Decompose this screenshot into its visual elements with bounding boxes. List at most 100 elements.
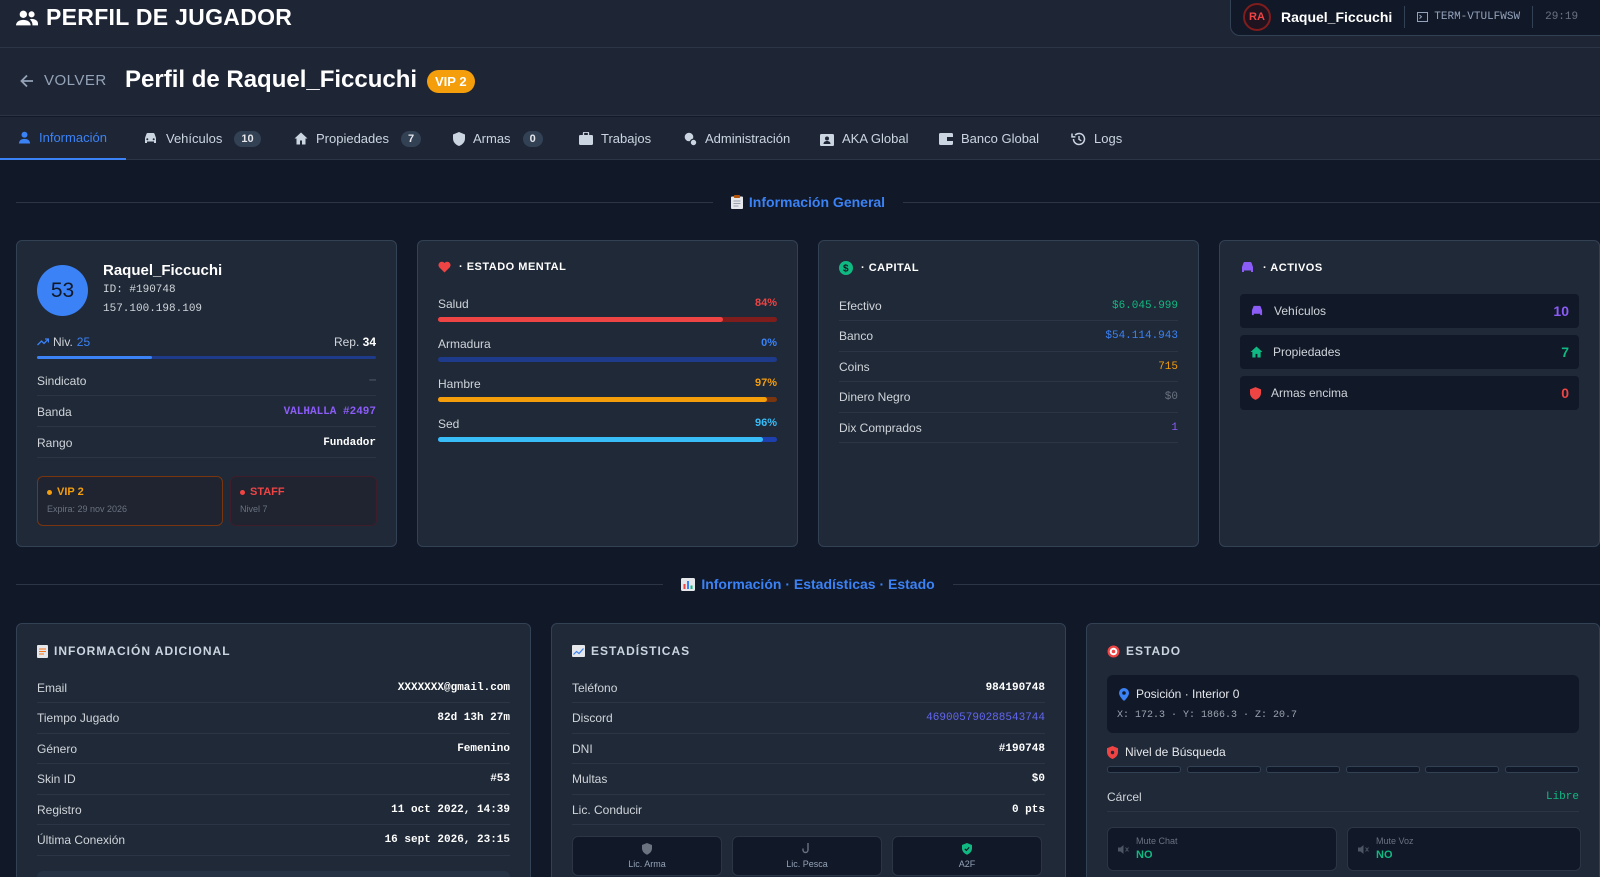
- card-title: · CAPITAL: [861, 262, 920, 274]
- user-pill[interactable]: RA Raquel_Ficcuchi TERM-VTULFWSW 29:19: [1230, 0, 1600, 36]
- tab-aka-global[interactable]: AKA Global: [820, 117, 909, 160]
- asset-item[interactable]: Armas encima 0: [1240, 376, 1579, 410]
- card-header: ESTADÍSTICAS: [572, 644, 690, 658]
- status-card: ESTADO Posición · Interior 0 X: 172.3 · …: [1086, 623, 1600, 877]
- row-label: Skin ID: [37, 772, 76, 786]
- vip-title: VIP 2: [57, 486, 84, 498]
- card-header: $ · CAPITAL: [839, 261, 919, 275]
- vip-badge: VIP 2: [427, 70, 475, 93]
- row-label: Email: [37, 680, 68, 695]
- terminal-id: TERM-VTULFWSW: [1417, 11, 1520, 23]
- mute-voice-label: Mute Voz: [1376, 836, 1414, 846]
- level-avatar: 53: [37, 265, 88, 316]
- tab-vehiculos[interactable]: Vehículos 10: [143, 117, 261, 160]
- license-box: Lic. Pesca: [732, 836, 882, 876]
- wanted-label: Nivel de Búsqueda: [1125, 745, 1226, 759]
- session-clock: 29:19: [1545, 11, 1579, 23]
- wanted-star-slot: [1425, 766, 1499, 773]
- back-button[interactable]: VOLVER: [20, 72, 107, 89]
- wanted-star-slot: [1504, 766, 1579, 773]
- tab-label: Información: [39, 130, 107, 145]
- row-label: Dix Comprados: [839, 420, 922, 435]
- stat-row: DNI #190748: [572, 734, 1045, 764]
- row-value: $0: [1164, 391, 1178, 403]
- tab-banco-global[interactable]: Banco Global: [939, 117, 1039, 160]
- license-box: A2F: [892, 836, 1042, 876]
- users-icon: [16, 10, 38, 25]
- position-label: Posición · Interior 0: [1136, 687, 1240, 701]
- card-header: · ESTADO MENTAL: [438, 261, 566, 273]
- arrow-left-icon: [20, 74, 33, 87]
- card-header: ESTADO: [1107, 644, 1181, 658]
- jail-status: Libre: [1545, 790, 1579, 803]
- info-row: Rango Fundador: [37, 428, 376, 458]
- row-value: 984190748: [985, 681, 1045, 694]
- asset-count: 7: [1561, 344, 1569, 360]
- tab-label: Administración: [705, 131, 791, 146]
- stat-bar: Sed 96%: [438, 417, 777, 457]
- shield-icon: [453, 131, 465, 146]
- section-title: Información General: [748, 194, 886, 210]
- stat-bar-track: [438, 397, 777, 402]
- tab-logs[interactable]: Logs: [1071, 117, 1122, 160]
- mental-state-card: · ESTADO MENTAL Salud 84% Armadura 0% Hambre…: [417, 240, 798, 547]
- divider: [1532, 6, 1534, 28]
- stat-bar-label: Sed: [438, 417, 460, 431]
- capital-row: Dix Comprados 1: [839, 413, 1178, 443]
- app-title-text: PERFIL DE JUGADOR: [46, 4, 293, 30]
- card-title: INFORMACIÓN ADICIONAL: [54, 644, 231, 658]
- home-icon: [1250, 346, 1263, 358]
- stat-bar-fill: [438, 437, 764, 442]
- user-name: Raquel_Ficcuchi: [1281, 9, 1393, 25]
- row-label: Teléfono: [572, 680, 618, 695]
- tab-label: Trabajos: [601, 131, 652, 146]
- divider: [1404, 6, 1406, 28]
- tab-armas[interactable]: Armas 0: [453, 117, 543, 160]
- stat-bar-value: 96%: [754, 417, 777, 429]
- shield-icon: [642, 843, 652, 855]
- tab-administracion[interactable]: Administración: [683, 117, 790, 160]
- mute-voice-value: NO: [1376, 849, 1393, 861]
- card-title: · ESTADO MENTAL: [459, 261, 567, 273]
- dollar-icon: $: [839, 261, 853, 275]
- row-value: $6.045.999: [1111, 299, 1178, 312]
- stat-row: Multas $0: [572, 765, 1045, 795]
- info-row: Última Conexión 16 sept 2026, 23:15: [37, 826, 510, 856]
- tab-trabajos[interactable]: Trabajos: [579, 117, 651, 160]
- stat-bar-fill: [438, 397, 767, 402]
- wallet-icon: [939, 132, 953, 145]
- wanted-star-slot: [1107, 766, 1181, 773]
- asset-item[interactable]: Propiedades 7: [1240, 335, 1579, 369]
- staff-box: STAFF Nivel 7: [230, 476, 377, 526]
- mute-icon: [1358, 845, 1369, 854]
- stat-bar: Armadura 0%: [438, 337, 777, 377]
- asset-label: Propiedades: [1273, 345, 1341, 359]
- level-label-text: Niv.: [53, 335, 73, 349]
- row-label: Género: [37, 741, 78, 756]
- stat-row: Teléfono 984190748: [572, 673, 1045, 703]
- row-value: 0 pts: [1011, 803, 1045, 816]
- row-value: $54.114.943: [1105, 330, 1178, 342]
- vip-expiry: Expira: 29 nov 2026: [47, 504, 128, 514]
- info-footer-box: [37, 871, 510, 877]
- info-row: Registro 11 oct 2022, 14:39: [37, 795, 510, 825]
- profile-header: VOLVER Perfil de Raquel_Ficcuchi VIP 2: [0, 48, 1600, 116]
- row-label: Sindicato: [37, 373, 87, 388]
- row-value: 715: [1158, 360, 1178, 373]
- tab-informacion[interactable]: Información: [0, 117, 126, 160]
- info-row: Skin ID #53: [37, 765, 510, 795]
- app-title: PERFIL DE JUGADOR: [16, 4, 292, 31]
- card-header: · ACTIVOS: [1240, 261, 1323, 274]
- asset-label: Vehículos: [1274, 304, 1327, 318]
- mute-voice-box: Mute Voz NO: [1347, 827, 1581, 871]
- vip-dot: [47, 489, 52, 495]
- stat-row: Lic. Conducir 0 pts: [572, 795, 1045, 825]
- info-row: Banda VALHALLA #2497: [37, 397, 376, 427]
- section-title: Información · Estadísticas · Estado: [701, 576, 935, 592]
- stat-bar: Hambre 97%: [438, 377, 777, 417]
- back-label: VOLVER: [44, 72, 107, 89]
- asset-item[interactable]: Vehículos 10: [1240, 294, 1579, 328]
- row-value: 1: [1171, 421, 1178, 434]
- tab-propiedades[interactable]: Propiedades 7: [294, 117, 422, 160]
- row-label: Registro: [37, 802, 82, 817]
